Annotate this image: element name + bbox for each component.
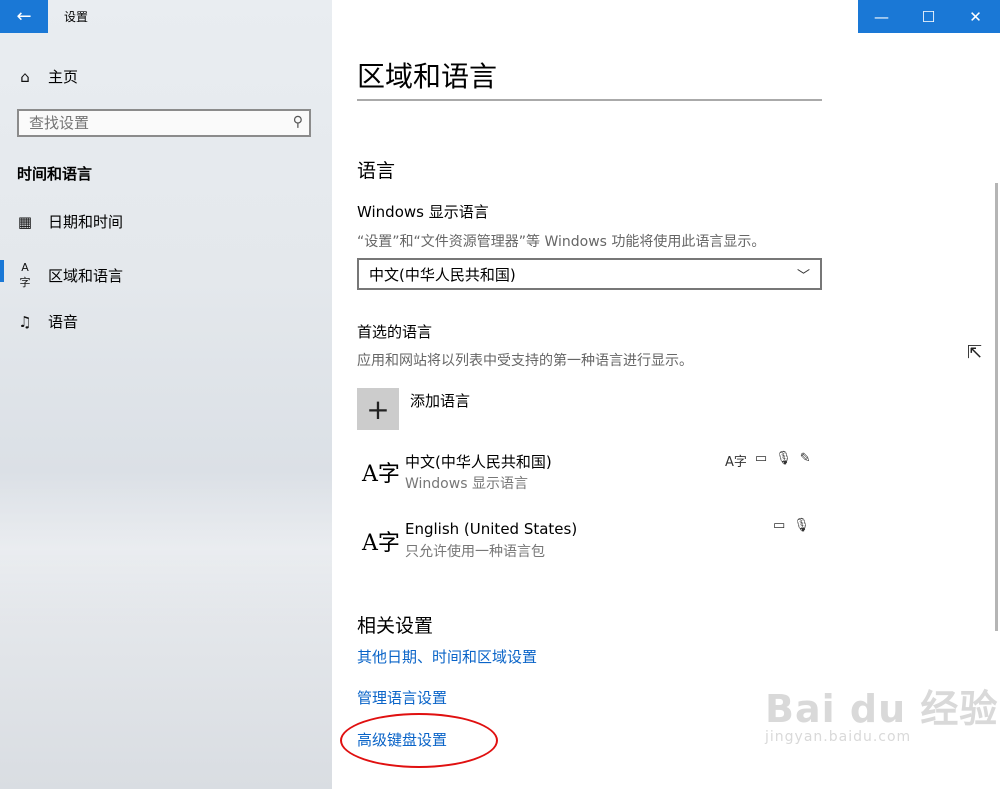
chevron-down-icon: ﹀ [796, 268, 810, 284]
language-item-name[interactable]: 中文(中华人民共和国) [405, 451, 552, 472]
minimize-icon: — [874, 7, 889, 26]
handwriting-icon: ✎ [799, 451, 811, 466]
display-icon: ▭ [754, 451, 768, 466]
mouse-cursor-icon: ⇱ [967, 342, 983, 363]
sidebar: ← 设置 ⌂ 主页 ⚲ 时间和语言 ▦ 日期和时间 A字 区域和语言 ♫ 语音 [0, 0, 332, 789]
search-box[interactable]: ⚲ [17, 109, 311, 137]
close-icon: ✕ [969, 7, 982, 26]
add-language-label[interactable]: 添加语言 [410, 390, 470, 411]
display-icon: ▭ [773, 518, 786, 533]
dropdown-value: 中文(中华人民共和国) [369, 265, 516, 284]
sidebar-item-label: 区域和语言 [48, 267, 124, 285]
preferred-languages-description: 应用和网站将以列表中受支持的第一种语言进行显示。 [357, 353, 693, 369]
display-language-description: “设置”和“文件资源管理器”等 Windows 功能将使用此语言显示。 [357, 234, 766, 250]
language-item-name[interactable]: English (United States) [405, 520, 577, 538]
highlight-annotation [340, 713, 498, 768]
manage-language-settings-link[interactable]: 管理语言设置 [357, 687, 447, 708]
language-icon: A字 [19, 261, 31, 289]
watermark-logo: Bai du 经验 [765, 687, 999, 731]
language-icon: A字 [362, 531, 400, 556]
sidebar-item-date-time[interactable]: ▦ 日期和时间 [16, 211, 123, 232]
calendar-clock-icon: ▦ [17, 212, 33, 231]
selected-indicator [0, 260, 4, 282]
watermark: Bai du 经验 jingyan.baidu.com [765, 678, 998, 745]
search-input[interactable] [19, 111, 279, 135]
display-language-dropdown[interactable]: 中文(中华人民共和国) ﹀ [357, 258, 822, 290]
language-section-heading: 语言 [357, 160, 396, 182]
display-language-label: Windows 显示语言 [357, 203, 489, 221]
minimize-button[interactable]: — [858, 0, 905, 33]
language-pack-icon: A字 [725, 455, 747, 470]
page-title: 区域和语言 [357, 60, 498, 93]
language-item-subtitle: Windows 显示语言 [405, 476, 528, 492]
scrollbar[interactable] [995, 183, 998, 631]
sidebar-item-home[interactable]: ⌂ 主页 [16, 66, 78, 87]
language-item-subtitle: 只允许使用一种语言包 [405, 544, 545, 560]
app-title: 设置 [64, 10, 89, 24]
language-feature-icons: ▭ 🎙 [773, 518, 810, 533]
language-icon: A字 [362, 462, 400, 487]
sidebar-item-label: 语音 [48, 313, 79, 331]
preferred-languages-label: 首选的语言 [357, 323, 433, 341]
microphone-icon: ♫ [18, 312, 32, 331]
title-divider [357, 99, 822, 101]
language-feature-icons: A字 ▭ 🎙 ✎ [725, 451, 811, 470]
maximize-button[interactable]: ☐ [905, 0, 952, 33]
back-arrow-icon: ← [16, 6, 32, 27]
window-controls: — ☐ ✕ [858, 0, 1000, 33]
back-button[interactable]: ← [0, 0, 48, 33]
sidebar-item-label: 日期和时间 [48, 213, 124, 231]
search-icon[interactable]: ⚲ [293, 114, 303, 130]
home-icon: ⌂ [20, 67, 30, 86]
close-button[interactable]: ✕ [952, 0, 999, 33]
other-date-time-region-link[interactable]: 其他日期、时间和区域设置 [357, 646, 537, 667]
plus-icon: + [366, 392, 390, 426]
sidebar-group-heading: 时间和语言 [17, 165, 93, 183]
add-language-button[interactable]: + [357, 388, 399, 430]
microphone-icon: 🎙 [775, 451, 792, 466]
related-settings-heading: 相关设置 [357, 615, 434, 637]
microphone-icon: 🎙 [793, 518, 810, 533]
sidebar-item-speech[interactable]: ♫ 语音 [16, 311, 78, 332]
sidebar-item-region-language[interactable]: A字 区域和语言 [16, 261, 124, 290]
sidebar-item-label: 主页 [48, 68, 79, 86]
maximize-icon: ☐ [921, 7, 936, 26]
